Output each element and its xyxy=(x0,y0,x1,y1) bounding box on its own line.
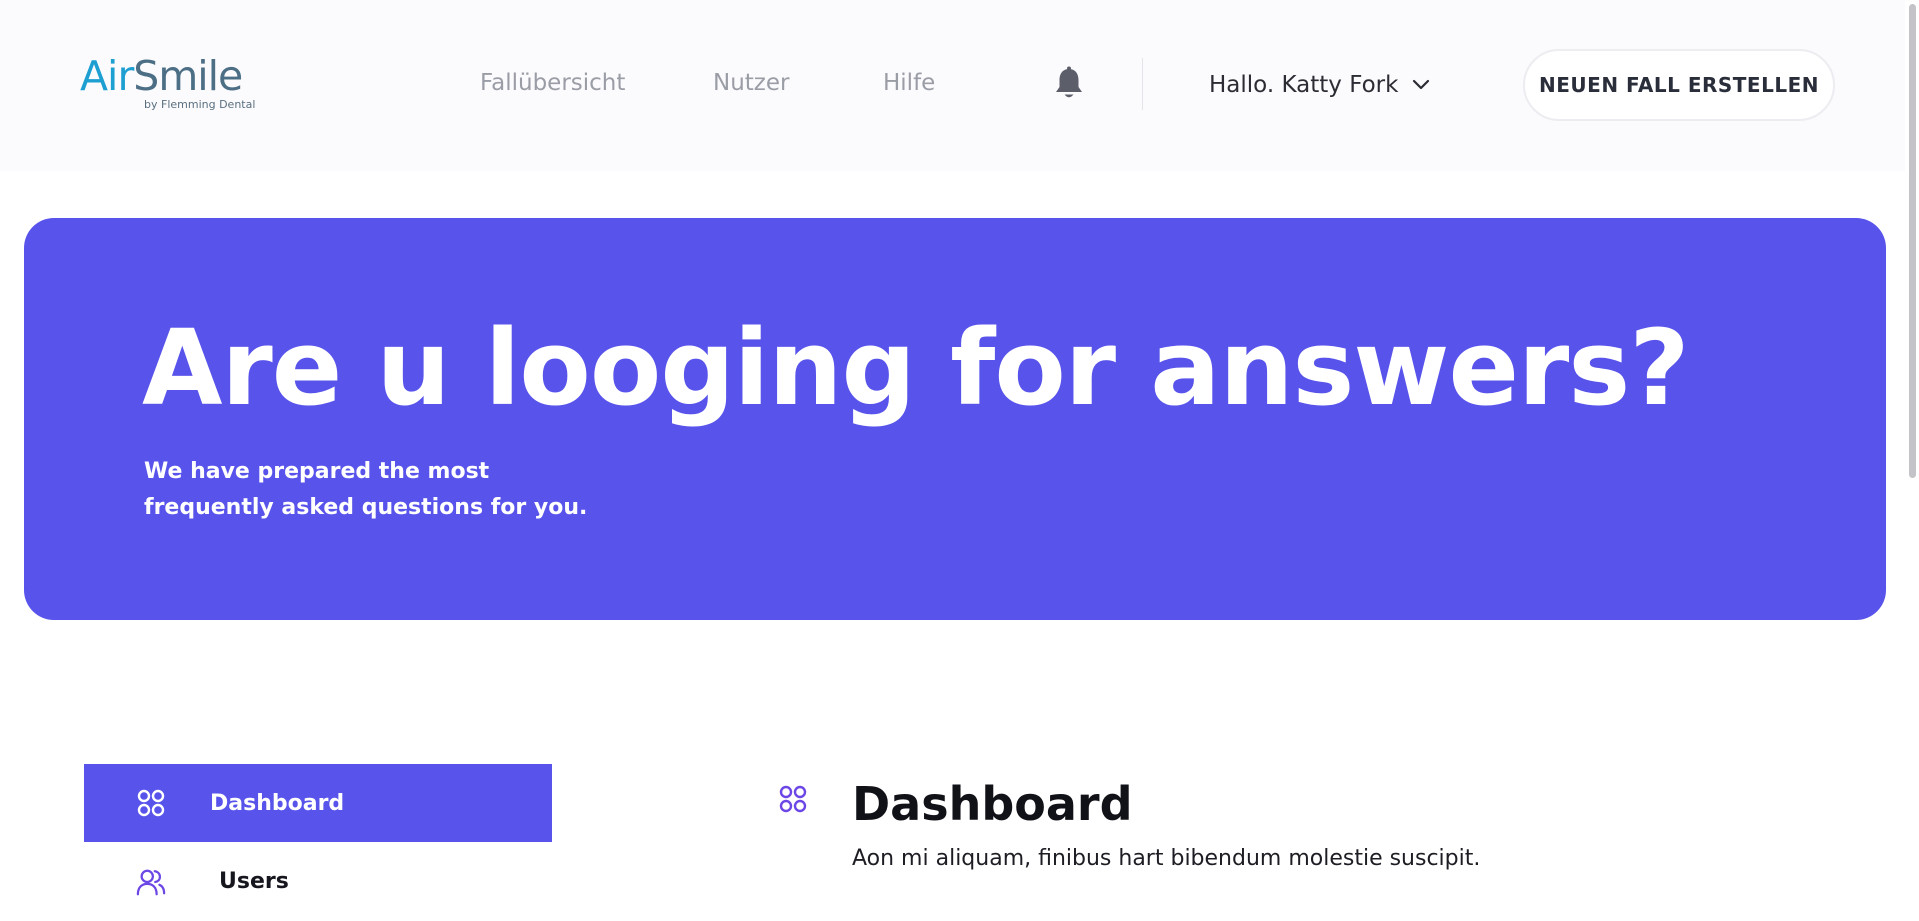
dashboard-icon xyxy=(779,785,807,813)
section-title: Dashboard xyxy=(852,777,1133,831)
nav-link-hilfe[interactable]: Hilfe xyxy=(883,70,935,96)
scrollbar-thumb[interactable] xyxy=(1909,4,1916,478)
hero-title: Are u looging for answers? xyxy=(142,307,1690,429)
faq-hero-banner: Are u looging for answers? We have prepa… xyxy=(24,218,1886,620)
logo-word-air: Air xyxy=(80,52,134,100)
airsmile-logo[interactable]: AirSmile by Flemming Dental xyxy=(80,52,260,114)
users-icon xyxy=(136,869,166,896)
section-description: Aon mi aliquam, finibus hart bibendum mo… xyxy=(852,846,1481,871)
sidebar-item-dashboard[interactable]: Dashboard xyxy=(84,764,552,842)
chevron-down-icon xyxy=(1413,79,1430,90)
hero-subtitle: We have prepared the most frequently ask… xyxy=(144,459,588,520)
create-case-button[interactable]: NEUEN FALL ERSTELLEN xyxy=(1523,49,1835,121)
sidebar-item-label: Users xyxy=(219,869,289,894)
dashboard-icon xyxy=(137,789,165,817)
sidebar-item-users[interactable]: Users xyxy=(84,843,552,921)
sidebar-item-label: Dashboard xyxy=(210,790,345,816)
nav-link-nutzer[interactable]: Nutzer xyxy=(713,70,789,96)
logo-word-smile: Smile xyxy=(133,52,243,100)
bell-icon[interactable] xyxy=(1053,66,1085,102)
page-scrollbar[interactable] xyxy=(1905,0,1919,906)
logo-wordmark: AirSmile xyxy=(80,52,243,100)
user-menu[interactable]: Hallo. Katty Fork xyxy=(1209,70,1430,100)
nav-link-fallubersicht[interactable]: Fallübersicht xyxy=(480,70,625,96)
header-divider xyxy=(1142,58,1143,110)
top-header: AirSmile by Flemming Dental Fallübersich… xyxy=(0,0,1905,171)
logo-tagline: by Flemming Dental xyxy=(144,98,256,111)
user-greeting: Hallo. Katty Fork xyxy=(1209,72,1399,98)
